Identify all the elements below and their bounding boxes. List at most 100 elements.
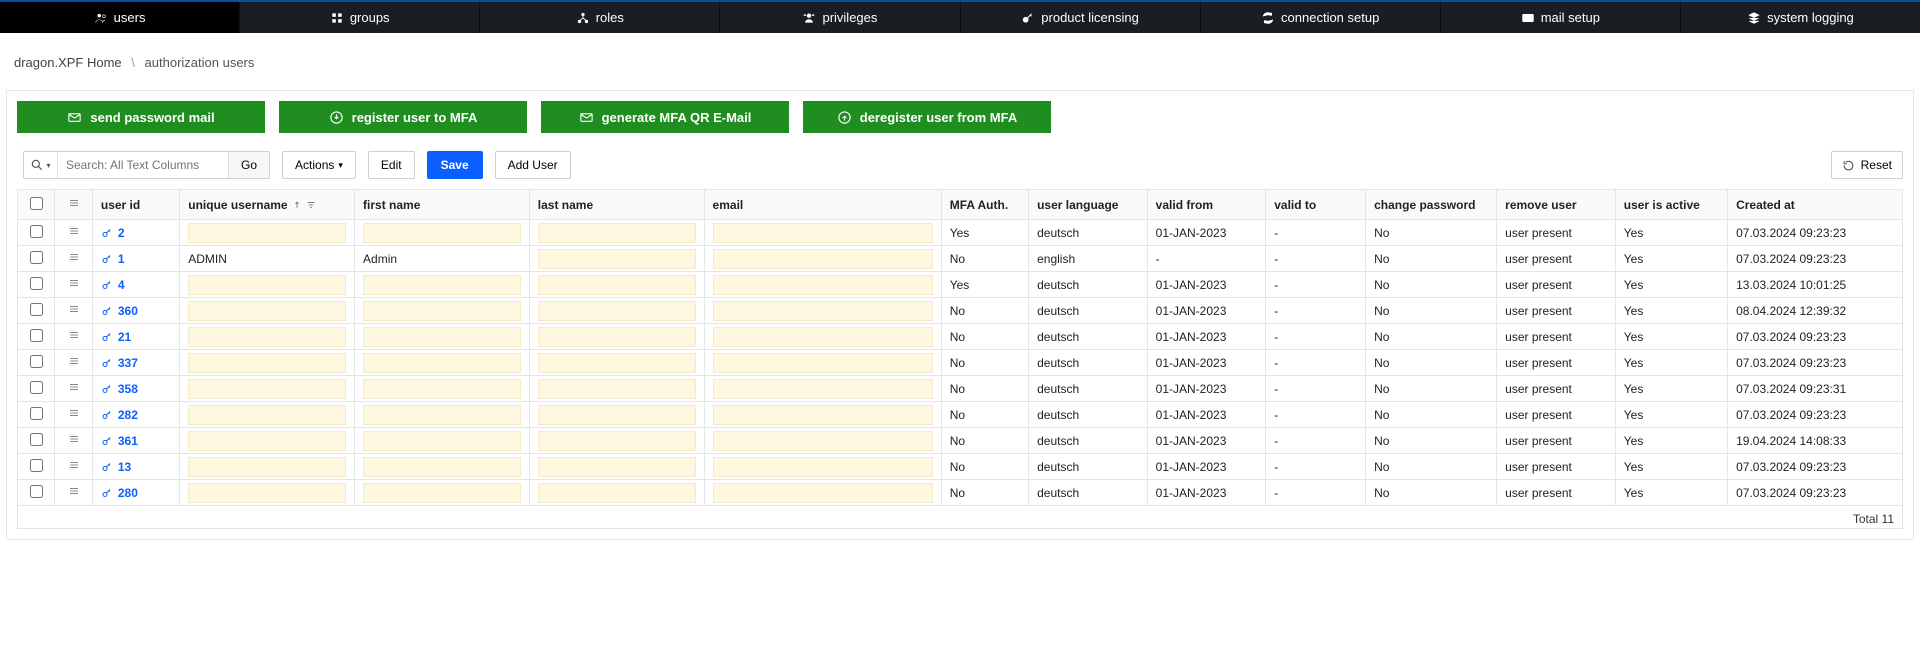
cell-first-name[interactable] bbox=[355, 480, 530, 506]
row-select-checkbox[interactable] bbox=[30, 355, 43, 368]
cell-email-input[interactable] bbox=[713, 249, 933, 269]
cell-unique-username-input[interactable] bbox=[188, 379, 346, 399]
row-menu-cell[interactable] bbox=[55, 350, 92, 376]
cell-first-name[interactable] bbox=[355, 376, 530, 402]
cell-first-name[interactable] bbox=[355, 324, 530, 350]
cell-last-name-input[interactable] bbox=[538, 405, 696, 425]
row-select-checkbox[interactable] bbox=[30, 407, 43, 420]
breadcrumb-home[interactable]: dragon.XPF Home bbox=[14, 55, 122, 70]
reset-button[interactable]: Reset bbox=[1831, 151, 1903, 179]
cell-user-id[interactable]: 21 bbox=[92, 324, 179, 350]
cell-email-input[interactable] bbox=[713, 275, 933, 295]
cell-email[interactable] bbox=[704, 298, 941, 324]
add-user-button[interactable]: Add User bbox=[495, 151, 571, 179]
user-id-link[interactable]: 337 bbox=[101, 356, 171, 370]
send-password-mail-button[interactable]: send password mail bbox=[17, 101, 265, 133]
row-menu-cell[interactable] bbox=[55, 246, 92, 272]
cell-first-name-input[interactable] bbox=[363, 353, 521, 373]
cell-email-input[interactable] bbox=[713, 379, 933, 399]
nav-tab-system-logging[interactable]: system logging bbox=[1681, 2, 1920, 33]
actions-menu-button[interactable]: Actions ▾ bbox=[282, 151, 356, 179]
cell-first-name[interactable] bbox=[355, 272, 530, 298]
row-menu-cell[interactable] bbox=[55, 324, 92, 350]
cell-unique-username-input[interactable] bbox=[188, 353, 346, 373]
row-select-cell[interactable] bbox=[18, 480, 55, 506]
cell-email-input[interactable] bbox=[713, 457, 933, 477]
col-header-valid-to[interactable]: valid to bbox=[1266, 190, 1366, 220]
col-header-email[interactable]: email bbox=[704, 190, 941, 220]
nav-tab-mail-setup[interactable]: mail setup bbox=[1441, 2, 1681, 33]
cell-email[interactable] bbox=[704, 324, 941, 350]
cell-unique-username-input[interactable] bbox=[188, 457, 346, 477]
cell-unique-username[interactable]: ADMIN bbox=[180, 246, 355, 272]
row-menu-cell[interactable] bbox=[55, 454, 92, 480]
cell-last-name-input[interactable] bbox=[538, 301, 696, 321]
search-input[interactable] bbox=[58, 152, 228, 178]
row-select-cell[interactable] bbox=[18, 272, 55, 298]
cell-first-name[interactable] bbox=[355, 402, 530, 428]
cell-email-input[interactable] bbox=[713, 223, 933, 243]
cell-last-name-input[interactable] bbox=[538, 379, 696, 399]
row-select-checkbox[interactable] bbox=[30, 303, 43, 316]
row-menu-cell[interactable] bbox=[55, 402, 92, 428]
row-select-cell[interactable] bbox=[18, 220, 55, 246]
nav-tab-roles[interactable]: roles bbox=[480, 2, 720, 33]
col-header-user-id[interactable]: user id bbox=[92, 190, 179, 220]
cell-user-id[interactable]: 337 bbox=[92, 350, 179, 376]
cell-unique-username[interactable] bbox=[180, 402, 355, 428]
cell-first-name[interactable] bbox=[355, 220, 530, 246]
user-id-link[interactable]: 282 bbox=[101, 408, 171, 422]
cell-first-name[interactable] bbox=[355, 350, 530, 376]
row-select-checkbox[interactable] bbox=[30, 485, 43, 498]
user-id-link[interactable]: 360 bbox=[101, 304, 171, 318]
cell-unique-username[interactable] bbox=[180, 272, 355, 298]
cell-last-name[interactable] bbox=[529, 220, 704, 246]
row-select-cell[interactable] bbox=[18, 246, 55, 272]
col-header-last-name[interactable]: last name bbox=[529, 190, 704, 220]
user-id-link[interactable]: 2 bbox=[101, 226, 171, 240]
nav-tab-product-licensing[interactable]: product licensing bbox=[961, 2, 1201, 33]
cell-last-name-input[interactable] bbox=[538, 353, 696, 373]
cell-user-id[interactable]: 280 bbox=[92, 480, 179, 506]
cell-email[interactable] bbox=[704, 376, 941, 402]
row-menu-cell[interactable] bbox=[55, 428, 92, 454]
cell-first-name-input[interactable] bbox=[363, 301, 521, 321]
cell-first-name[interactable] bbox=[355, 454, 530, 480]
nav-tab-users[interactable]: users bbox=[0, 2, 240, 33]
cell-email[interactable] bbox=[704, 402, 941, 428]
cell-unique-username-input[interactable] bbox=[188, 405, 346, 425]
edit-button[interactable]: Edit bbox=[368, 151, 415, 179]
cell-email[interactable] bbox=[704, 350, 941, 376]
cell-last-name[interactable] bbox=[529, 246, 704, 272]
cell-email[interactable] bbox=[704, 272, 941, 298]
cell-user-id[interactable]: 361 bbox=[92, 428, 179, 454]
row-menu-cell[interactable] bbox=[55, 272, 92, 298]
col-header-valid-from[interactable]: valid from bbox=[1147, 190, 1266, 220]
cell-user-id[interactable]: 4 bbox=[92, 272, 179, 298]
cell-last-name[interactable] bbox=[529, 298, 704, 324]
cell-last-name-input[interactable] bbox=[538, 457, 696, 477]
col-header-is-active[interactable]: user is active bbox=[1615, 190, 1727, 220]
cell-last-name-input[interactable] bbox=[538, 223, 696, 243]
cell-last-name[interactable] bbox=[529, 428, 704, 454]
row-menu-cell[interactable] bbox=[55, 480, 92, 506]
cell-unique-username[interactable] bbox=[180, 298, 355, 324]
user-id-link[interactable]: 21 bbox=[101, 330, 171, 344]
cell-first-name[interactable] bbox=[355, 428, 530, 454]
col-header-remove-user[interactable]: remove user bbox=[1497, 190, 1616, 220]
nav-tab-groups[interactable]: groups bbox=[240, 2, 480, 33]
user-id-link[interactable]: 361 bbox=[101, 434, 171, 448]
cell-last-name[interactable] bbox=[529, 402, 704, 428]
nav-tab-connection-setup[interactable]: connection setup bbox=[1201, 2, 1441, 33]
nav-tab-privileges[interactable]: privileges bbox=[720, 2, 960, 33]
cell-unique-username[interactable] bbox=[180, 428, 355, 454]
row-select-cell[interactable] bbox=[18, 454, 55, 480]
cell-unique-username[interactable] bbox=[180, 220, 355, 246]
cell-unique-username[interactable] bbox=[180, 350, 355, 376]
user-id-link[interactable]: 280 bbox=[101, 486, 171, 500]
row-select-checkbox[interactable] bbox=[30, 225, 43, 238]
cell-last-name[interactable] bbox=[529, 454, 704, 480]
cell-unique-username-input[interactable] bbox=[188, 431, 346, 451]
deregister-user-mfa-button[interactable]: deregister user from MFA bbox=[803, 101, 1051, 133]
user-id-link[interactable]: 1 bbox=[101, 252, 171, 266]
